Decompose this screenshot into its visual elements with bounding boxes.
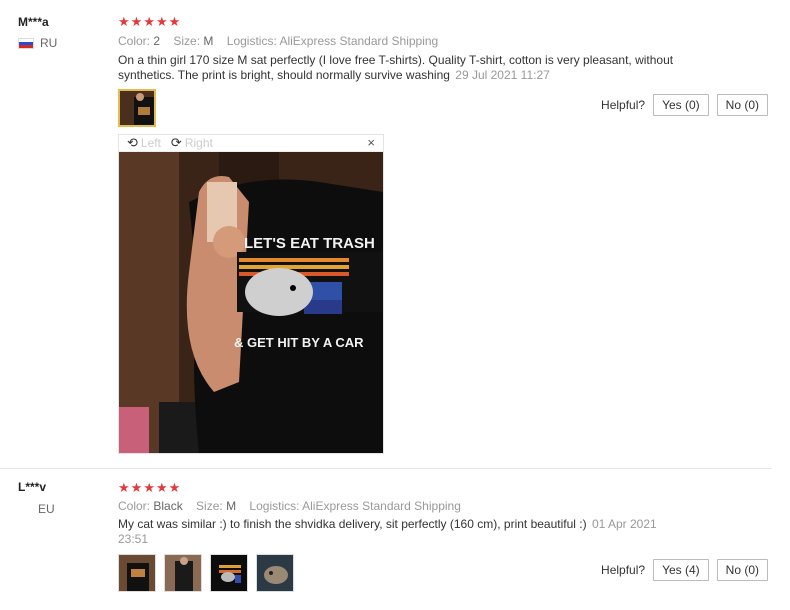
product-attributes: Color: 2 Size: M Logistics: AliExpress S… xyxy=(118,34,438,48)
shirt-text-line2: & GET HIT BY A CAR xyxy=(234,335,364,350)
star-icon: ★ xyxy=(155,14,168,29)
reviewer-country: RU xyxy=(18,36,57,50)
logistics-value: AliExpress Standard Shipping xyxy=(279,34,439,48)
review-photo-thumbnail[interactable] xyxy=(210,554,248,592)
color-label: Color: xyxy=(118,34,151,48)
photo-thumbnail-image xyxy=(120,91,154,125)
helpful-no-button[interactable]: No (0) xyxy=(716,559,768,581)
photo-thumbnail-image xyxy=(211,555,247,591)
star-icon: ★ xyxy=(168,14,181,29)
photo-thumbnail-image xyxy=(257,555,293,591)
country-code: RU xyxy=(40,36,58,50)
size-label: Size: xyxy=(173,34,201,48)
photo-thumbnail-image xyxy=(119,555,155,591)
review-date: 29 Jul 2021 11:27 xyxy=(455,68,550,82)
star-icon: ★ xyxy=(143,14,155,29)
rotate-left-icon: ⟲ xyxy=(127,135,138,150)
country-code: EU xyxy=(38,502,55,516)
logistics-label: Logistics: xyxy=(226,34,277,48)
size-label: Size: xyxy=(196,499,223,513)
review-photo-thumbnail[interactable] xyxy=(256,554,294,592)
review-photo-thumbnail[interactable] xyxy=(118,554,156,592)
review-text: My cat was similar :) to finish the shvi… xyxy=(118,517,688,547)
star-rating: ★ ★ ★ ★ ★ xyxy=(118,15,180,28)
helpful-yes-button[interactable]: Yes (4) xyxy=(653,559,709,581)
helpful-yes-button[interactable]: Yes (0) xyxy=(653,94,709,116)
color-value: Black xyxy=(153,499,183,513)
close-icon[interactable]: × xyxy=(367,135,375,150)
logistics-label: Logistics: xyxy=(249,499,300,513)
rotate-left-button[interactable]: ⟲ Left xyxy=(127,135,161,151)
photo-thumbnail-image xyxy=(165,555,201,591)
helpful-label: Helpful? xyxy=(601,563,646,577)
rotate-right-label: Right xyxy=(184,136,213,150)
color-value: 2 xyxy=(153,34,161,48)
star-icon: ★ xyxy=(118,480,130,495)
russia-flag-icon xyxy=(18,37,34,49)
product-attributes: Color: Black Size: M Logistics: AliExpre… xyxy=(118,499,461,513)
size-value: M xyxy=(226,499,237,513)
review-photo-image: LET'S EAT TRASH & GET HIT BY A CAR xyxy=(119,152,383,453)
star-icon: ★ xyxy=(143,480,155,495)
review-photo-large: LET'S EAT TRASH & GET HIT BY A CAR xyxy=(119,152,383,453)
star-icon: ★ xyxy=(118,14,130,29)
review-photo-thumbnail[interactable] xyxy=(118,89,156,127)
helpful-group: Helpful? Yes (4) No (0) xyxy=(601,559,768,581)
rotate-right-icon: ⟳ xyxy=(170,135,182,150)
size-value: M xyxy=(203,34,214,48)
star-rating: ★ ★ ★ ★ ★ xyxy=(118,481,180,494)
review-body: On a thin girl 170 size M sat perfectly … xyxy=(118,53,674,82)
rotate-right-button[interactable]: ⟳ Right xyxy=(171,135,213,151)
star-icon: ★ xyxy=(168,480,181,495)
photo-viewer-toolbar: ⟲ Left ⟳ Right × xyxy=(119,135,383,152)
review-photo-thumbnail[interactable] xyxy=(164,554,202,592)
review-text: On a thin girl 170 size M sat perfectly … xyxy=(118,53,678,83)
helpful-group: Helpful? Yes (0) No (0) xyxy=(601,94,768,116)
star-icon: ★ xyxy=(130,14,143,29)
shirt-text-line1: LET'S EAT TRASH xyxy=(244,235,375,252)
reviewer-country: EU xyxy=(38,502,55,516)
helpful-label: Helpful? xyxy=(601,98,646,112)
review-item: L***v EU ★ ★ ★ ★ ★ Color: Black Size: M … xyxy=(0,468,790,610)
helpful-no-button[interactable]: No (0) xyxy=(716,94,768,116)
star-icon: ★ xyxy=(130,480,143,495)
color-label: Color: xyxy=(118,499,151,513)
reviewer-name: M***a xyxy=(18,15,49,29)
photo-viewer: ⟲ Left ⟳ Right × LET'S EAT TRASH & GET H… xyxy=(118,134,384,454)
star-icon: ★ xyxy=(155,480,168,495)
logistics-value: AliExpress Standard Shipping xyxy=(302,499,461,513)
review-body: My cat was similar :) to finish the shvi… xyxy=(118,517,587,531)
review-item: M***a RU ★ ★ ★ ★ ★ Color: 2 Size: M Logi… xyxy=(0,0,790,468)
reviewer-name: L***v xyxy=(18,480,47,494)
rotate-left-label: Left xyxy=(140,136,161,150)
